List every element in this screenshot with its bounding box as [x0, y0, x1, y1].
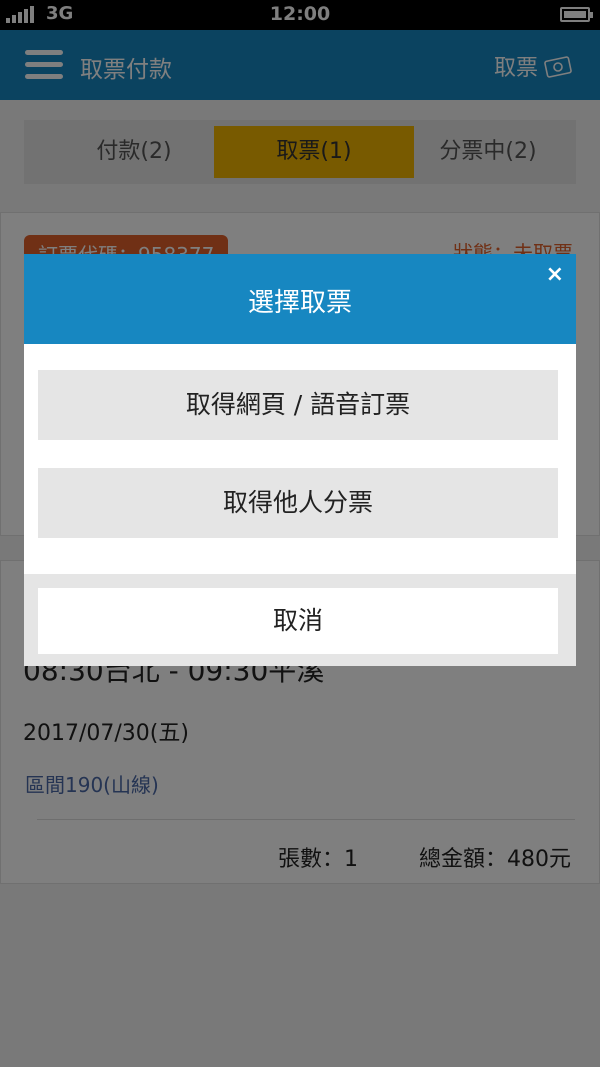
cancel-button[interactable]: 取消: [38, 588, 558, 654]
get-web-voice-ticket-button[interactable]: 取得網頁 / 語音訂票: [38, 370, 558, 440]
dialog-header: 選擇取票 ×: [24, 254, 576, 344]
dialog-footer: 取消: [24, 574, 576, 666]
dialog-title: 選擇取票: [247, 288, 352, 318]
get-shared-ticket-button[interactable]: 取得他人分票: [38, 468, 558, 538]
close-icon[interactable]: ×: [546, 262, 564, 287]
select-pickup-dialog: 選擇取票 × 取得網頁 / 語音訂票 取得他人分票 取消: [24, 254, 576, 666]
